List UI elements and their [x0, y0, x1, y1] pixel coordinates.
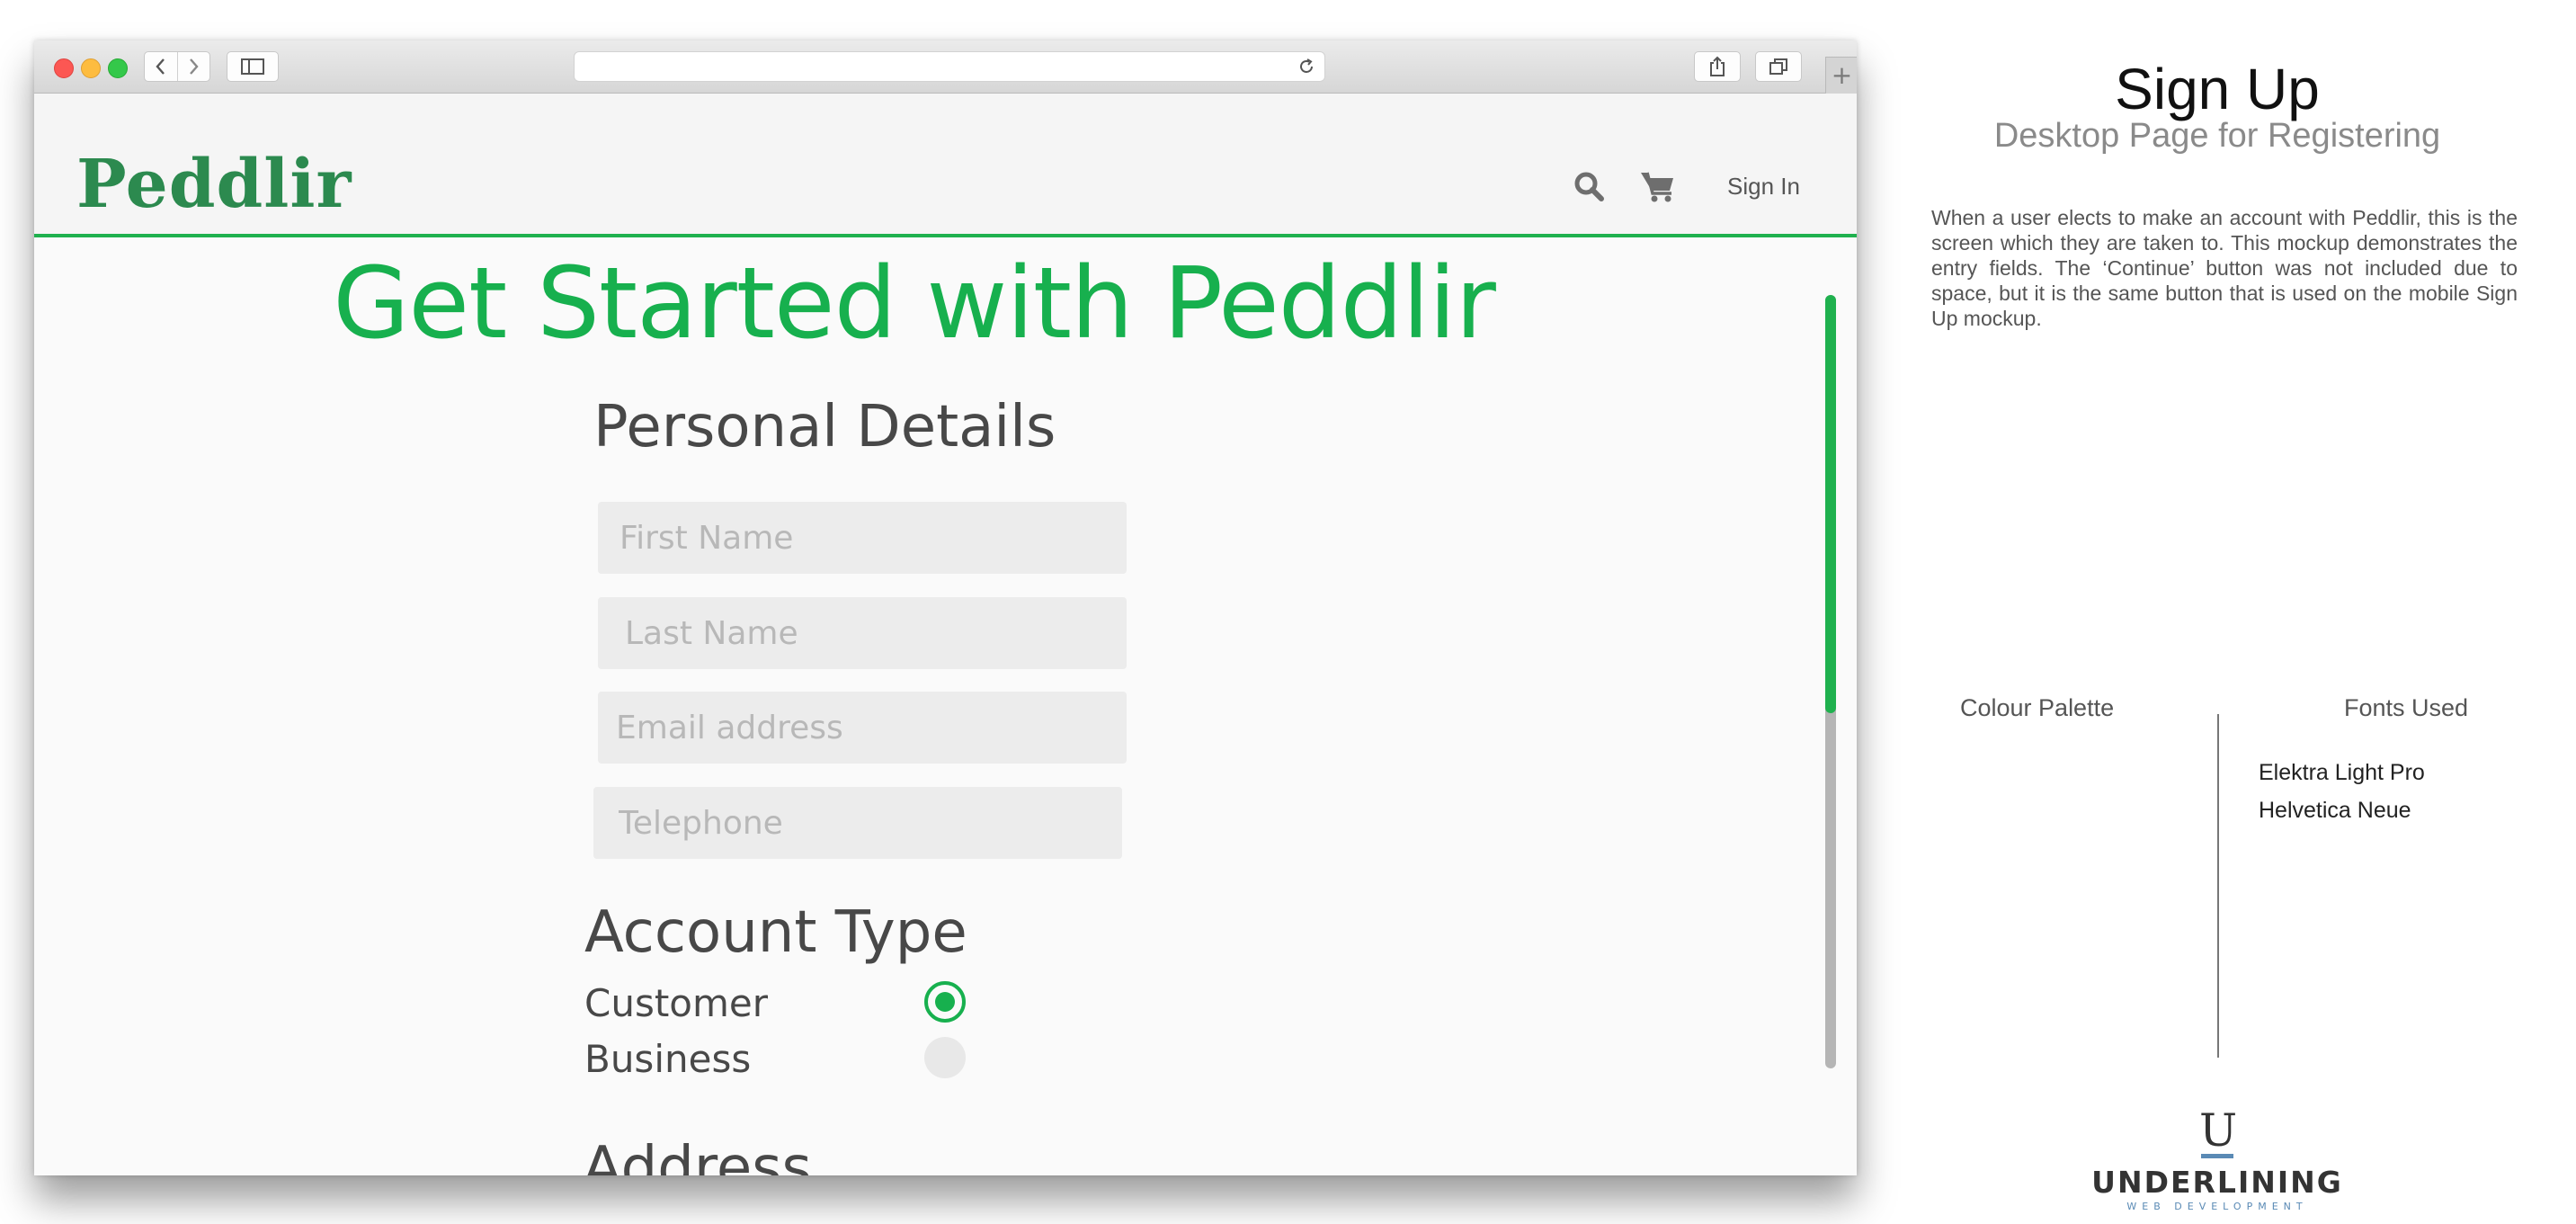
forward-button[interactable]: [178, 52, 210, 81]
site-header: Peddlir Sign In: [34, 94, 1857, 237]
cart-icon[interactable]: [1639, 169, 1677, 203]
sign-in-link[interactable]: Sign In: [1727, 173, 1800, 201]
browser-window: + Peddlir Sign In Get Started with Peddl…: [34, 40, 1857, 1175]
account-type-heading: Account Type: [584, 899, 967, 966]
page-scrollbar[interactable]: [1825, 295, 1836, 1068]
browser-toolbar: +: [34, 40, 1857, 94]
history-nav-group: [144, 51, 210, 82]
forward-icon: [190, 58, 199, 75]
scrollbar-thumb[interactable]: [1825, 295, 1836, 713]
minimize-window-button[interactable]: [81, 58, 101, 78]
panel-title: Sign Up: [2115, 57, 2320, 121]
brand-underline: [2201, 1154, 2233, 1158]
maximize-window-button[interactable]: [108, 58, 128, 78]
site-logo[interactable]: Peddlir: [76, 151, 352, 218]
share-button[interactable]: [1694, 51, 1741, 82]
sidebar-toggle-button[interactable]: [227, 51, 279, 82]
telephone-field[interactable]: [593, 787, 1122, 859]
customer-radio[interactable]: [924, 981, 966, 1023]
last-name-field[interactable]: [598, 597, 1127, 669]
page-title: Get Started with Peddlir: [333, 246, 1496, 361]
new-tab-button[interactable]: +: [1825, 57, 1857, 94]
personal-details-heading: Personal Details: [593, 394, 1056, 460]
address-heading: Address: [583, 1135, 812, 1175]
share-icon: [1710, 56, 1725, 76]
tabs-icon: [1769, 58, 1787, 75]
close-window-button[interactable]: [54, 58, 74, 78]
email-field[interactable]: [598, 692, 1127, 764]
panel-divider: [2217, 714, 2219, 1058]
font-list-item: Helvetica Neue: [2259, 798, 2411, 823]
colour-palette-heading: Colour Palette: [1960, 694, 2115, 721]
address-bar[interactable]: [574, 51, 1325, 82]
brand-tagline: WEB DEVELOPMENT: [2126, 1201, 2308, 1212]
brand-letter: U: [2199, 1104, 2238, 1157]
search-icon[interactable]: [1573, 171, 1604, 201]
reload-icon[interactable]: [1297, 58, 1315, 76]
radio-selected-dot: [935, 992, 955, 1012]
sidebar-icon: [241, 58, 264, 75]
first-name-field[interactable]: [598, 502, 1127, 574]
panel-subtitle: Desktop Page for Registering: [1993, 117, 2441, 155]
customer-option-label[interactable]: Customer: [584, 985, 768, 1023]
back-button[interactable]: [145, 52, 178, 81]
panel-description: When a user elects to make an account wi…: [1931, 206, 2518, 330]
business-option-label[interactable]: Business: [584, 1041, 751, 1078]
back-icon: [156, 58, 165, 75]
fonts-used-heading: Fonts Used: [2344, 694, 2469, 721]
brand-name: UNDERLINING: [2091, 1165, 2343, 1200]
show-tabs-button[interactable]: [1755, 51, 1802, 82]
font-list-item: Elektra Light Pro: [2259, 760, 2425, 785]
business-radio[interactable]: [924, 1037, 966, 1078]
